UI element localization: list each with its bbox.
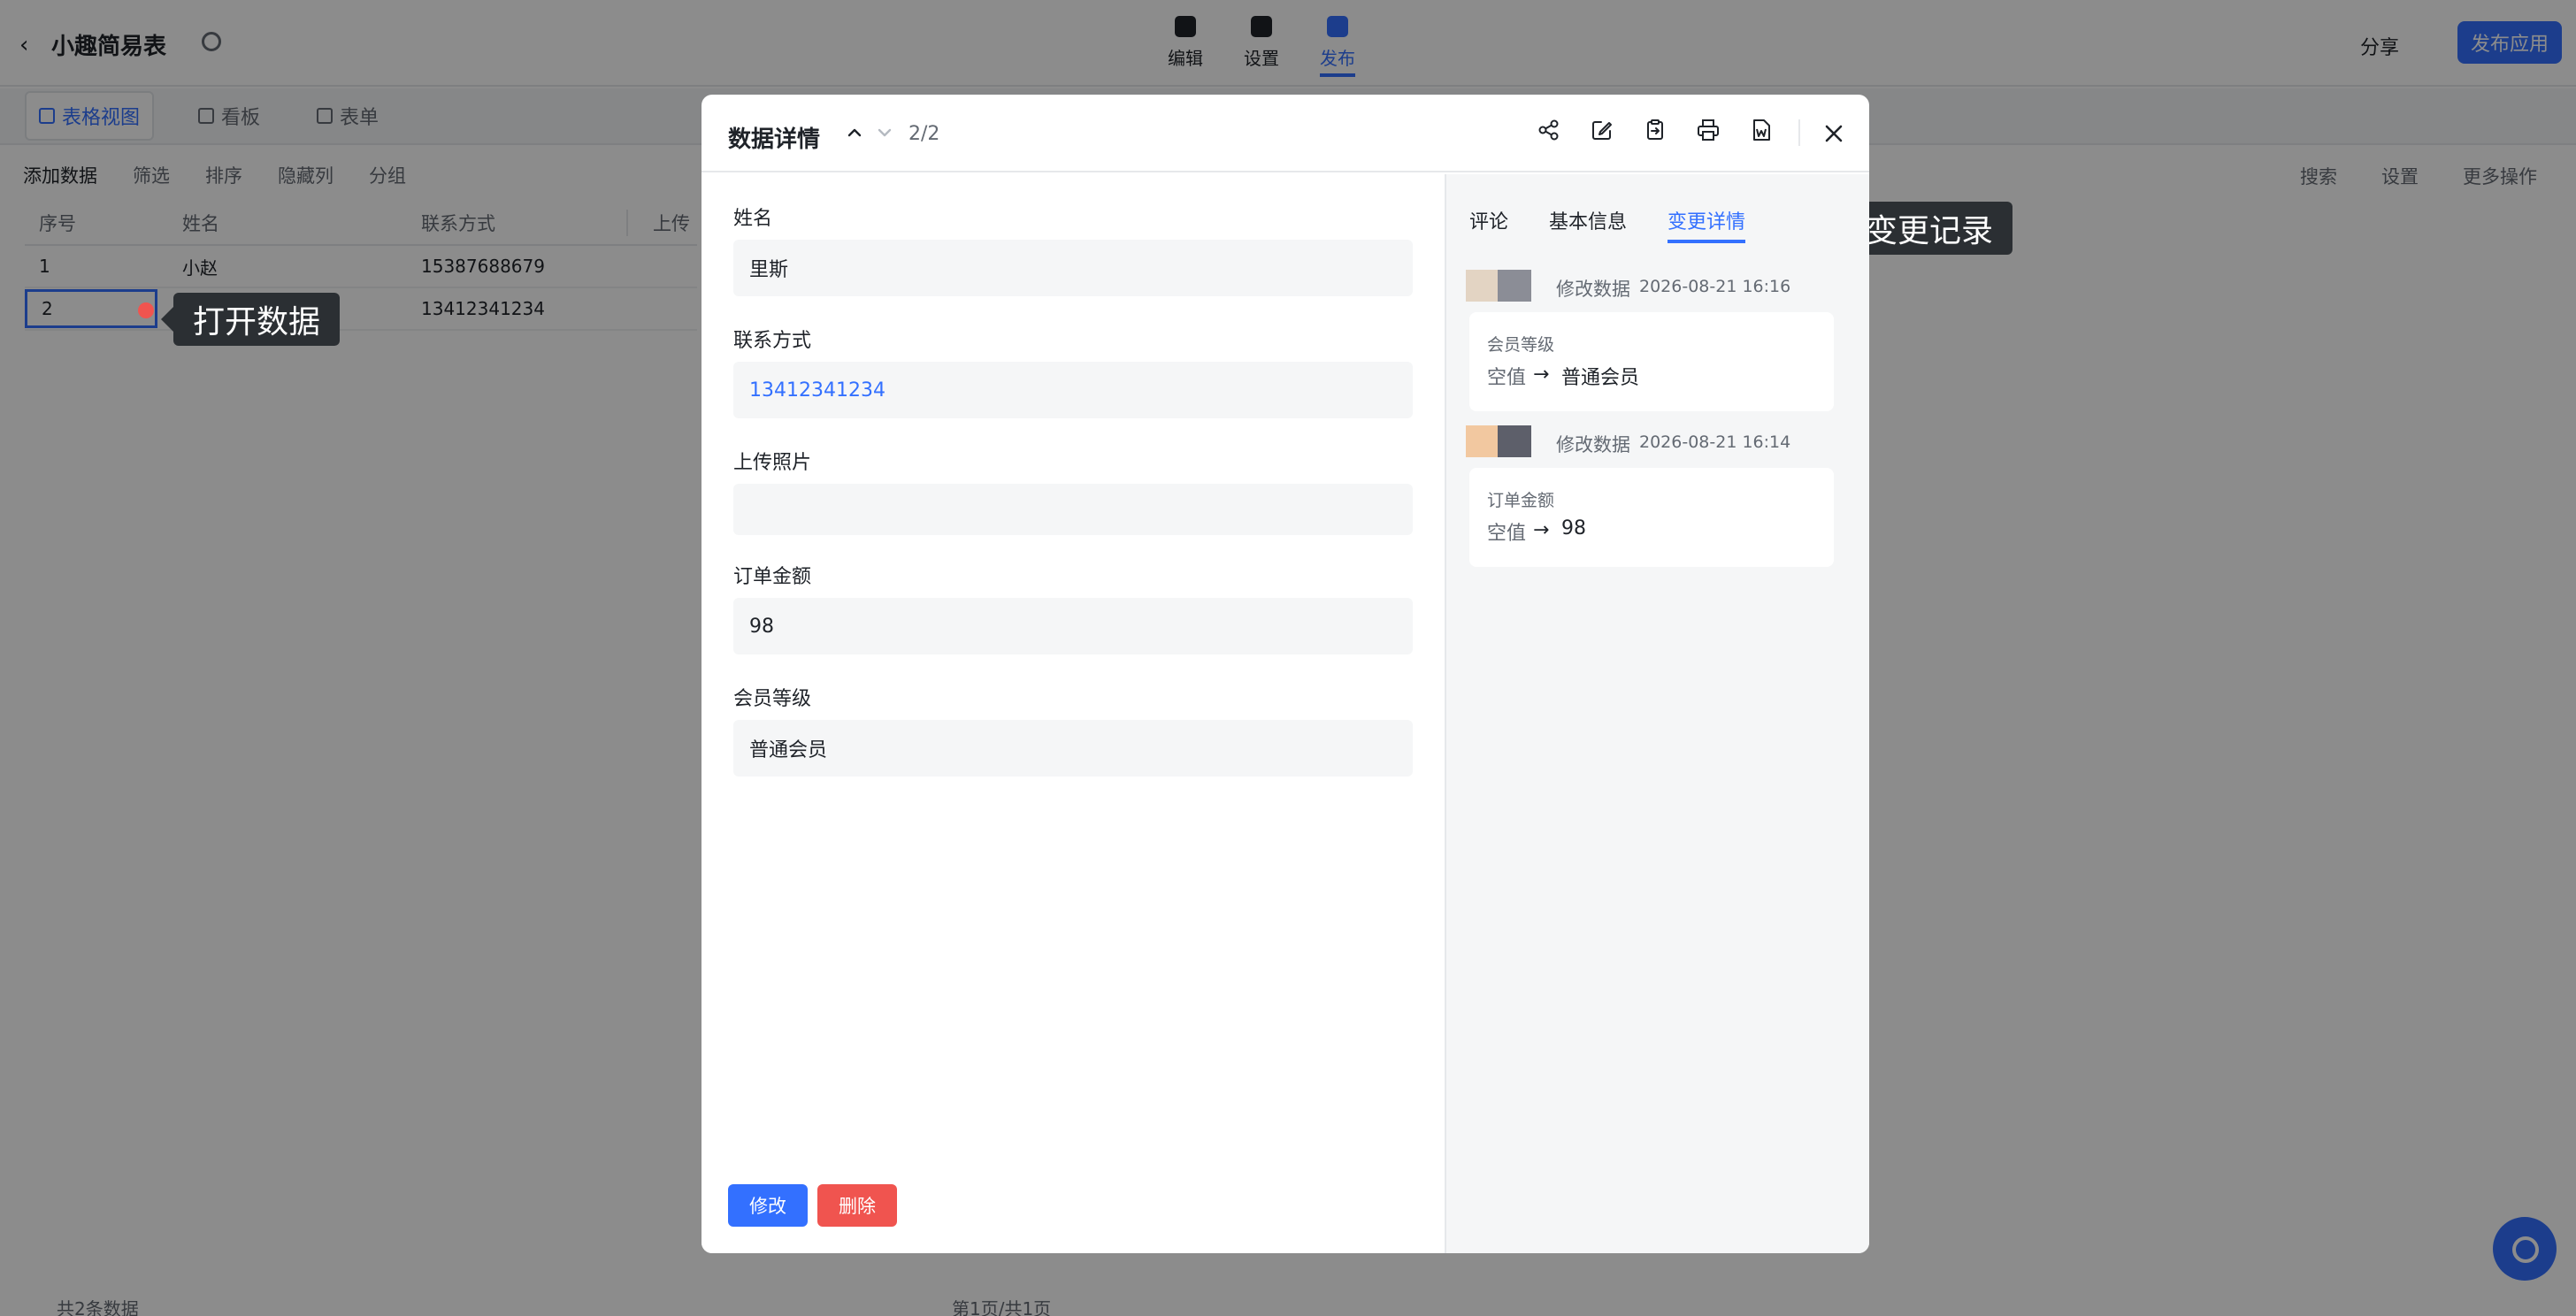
avatar-segment xyxy=(1498,425,1531,457)
modal-title: 数据详情 xyxy=(728,126,821,153)
arrow-right-icon: → xyxy=(1533,363,1550,386)
field-name: 姓名 里斯 xyxy=(733,203,1413,296)
header-divider xyxy=(1798,119,1800,146)
change-card: 订单金额 空值 → 98 xyxy=(1469,468,1834,567)
header-actions xyxy=(1537,118,1774,142)
avatar-segment xyxy=(1466,425,1498,457)
field-label: 订单金额 xyxy=(733,566,812,588)
record-form: 姓名 里斯 联系方式 13412341234 上传照片 订单金额 98 会员等级… xyxy=(702,174,1443,1253)
contact-field[interactable]: 13412341234 xyxy=(733,362,1413,418)
field-label: 联系方式 xyxy=(733,330,812,352)
share-icon[interactable] xyxy=(1537,118,1561,142)
field-label: 会员等级 xyxy=(733,688,812,710)
change-time: 2026-08-21 16:14 xyxy=(1639,432,1791,452)
change-action: 修改数据 xyxy=(1556,434,1630,455)
avatar-segment xyxy=(1466,270,1498,302)
side-tabs: 评论 基本信息 变更详情 xyxy=(1469,206,1746,243)
field-photo: 上传照片 xyxy=(733,447,1413,535)
print-icon[interactable] xyxy=(1696,118,1721,142)
old-value: 空值 xyxy=(1487,367,1527,389)
record-counter: 2/2 xyxy=(908,123,940,145)
arrow-right-icon: → xyxy=(1533,519,1550,541)
member-level-field[interactable]: 普通会员 xyxy=(733,720,1413,777)
change-action: 修改数据 xyxy=(1556,279,1630,300)
record-detail-modal: 数据详情 2/2 姓名 里斯 联系方式 13412341234 上传照片 订单金… xyxy=(702,95,1869,1253)
photo-upload-field[interactable] xyxy=(733,484,1413,535)
new-value: 98 xyxy=(1561,517,1586,539)
avatar-segment xyxy=(1498,270,1531,302)
modal-header: 数据详情 2/2 xyxy=(702,95,1869,172)
field-member-level: 会员等级 普通会员 xyxy=(733,683,1413,777)
field-label: 上传照片 xyxy=(733,452,812,474)
changed-field-name: 会员等级 xyxy=(1487,335,1555,355)
close-icon[interactable] xyxy=(1820,119,1848,148)
field-contact: 联系方式 13412341234 xyxy=(733,325,1413,418)
changed-field-name: 订单金额 xyxy=(1487,491,1555,510)
edit-icon[interactable] xyxy=(1590,118,1614,142)
open-data-hint: 打开数据 xyxy=(160,293,341,346)
edit-button[interactable]: 修改 xyxy=(728,1184,808,1227)
new-value: 普通会员 xyxy=(1561,367,1640,389)
change-card: 会员等级 空值 → 普通会员 xyxy=(1469,312,1834,411)
avatar xyxy=(1466,270,1531,302)
field-label: 姓名 xyxy=(733,208,773,230)
old-value: 空值 xyxy=(1487,523,1527,545)
change-time: 2026-08-21 16:16 xyxy=(1639,277,1791,296)
tab-basic-info[interactable]: 基本信息 xyxy=(1549,206,1627,243)
tab-change-details[interactable]: 变更详情 xyxy=(1668,206,1746,243)
export-word-icon[interactable] xyxy=(1749,118,1774,142)
tab-comments[interactable]: 评论 xyxy=(1469,206,1508,243)
copy-icon[interactable] xyxy=(1643,118,1668,142)
hint-marker-dot xyxy=(138,302,154,318)
previous-record-icon[interactable] xyxy=(841,119,868,146)
avatar xyxy=(1466,425,1531,457)
side-panel: 评论 基本信息 变更详情 修改数据 2026-08-21 16:16 会员等级 … xyxy=(1445,174,1869,1253)
field-order-amount: 订单金额 98 xyxy=(733,561,1413,654)
order-amount-field[interactable]: 98 xyxy=(733,598,1413,654)
next-record-icon[interactable] xyxy=(871,119,898,146)
name-field[interactable]: 里斯 xyxy=(733,240,1413,296)
delete-button[interactable]: 删除 xyxy=(817,1184,897,1227)
